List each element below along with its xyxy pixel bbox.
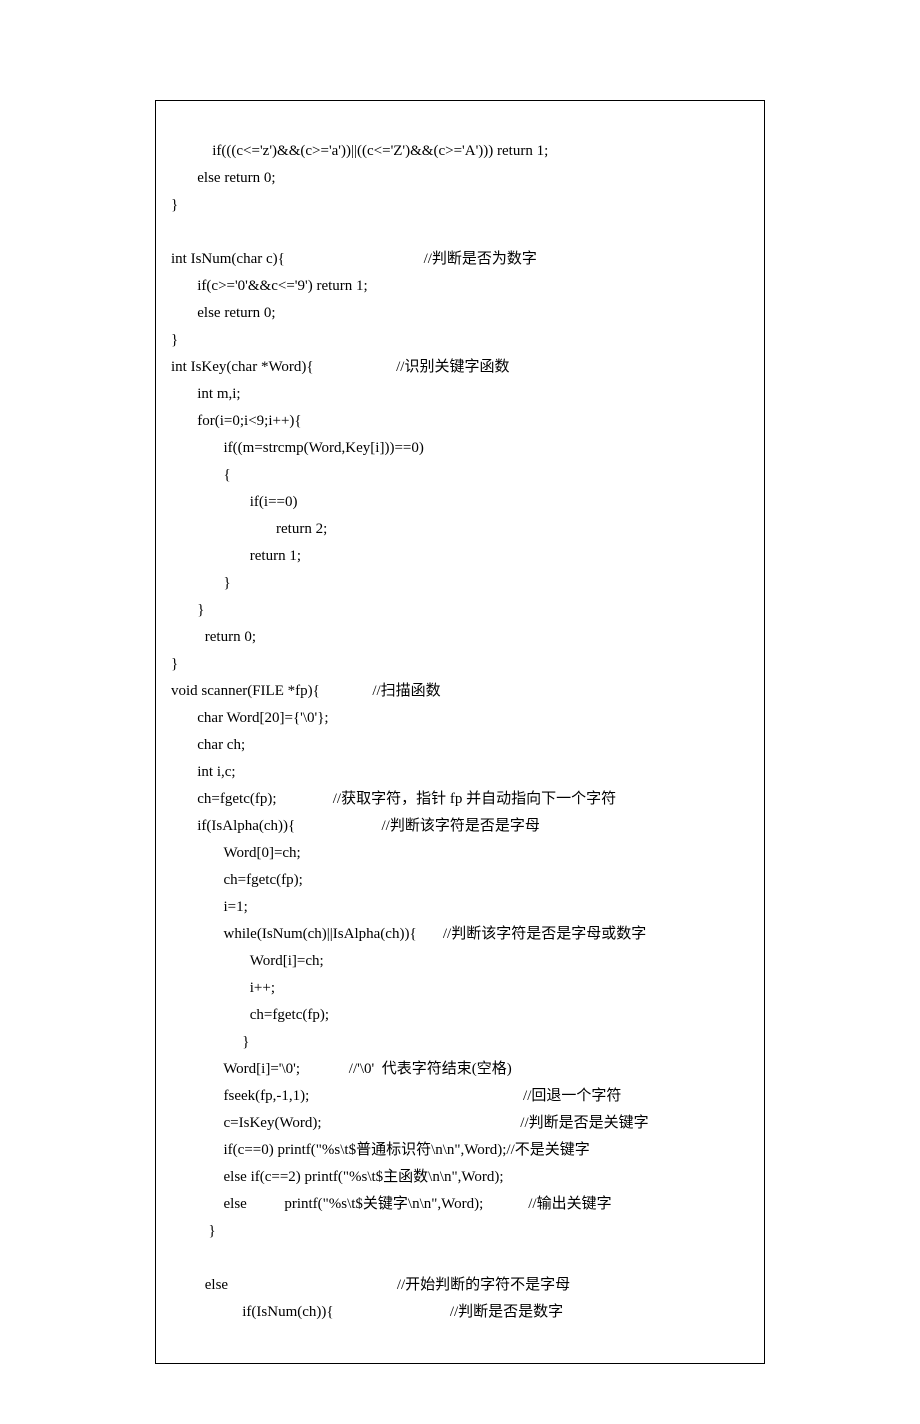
code-line: for(i=0;i<9;i++){: [171, 413, 302, 429]
code-line: else return 0;: [171, 170, 276, 186]
code-line: }: [171, 656, 178, 672]
code-line: void scanner(FILE *fp){ //扫描函数: [171, 683, 441, 699]
code-line: char Word[20]={'\0'};: [171, 710, 329, 726]
code-line: else if(c==2) printf("%s\t$主函数\n\n",Word…: [171, 1169, 503, 1185]
code-line: {: [171, 467, 231, 483]
code-line: ch=fgetc(fp); //获取字符，指针 fp 并自动指向下一个字符: [171, 791, 616, 807]
code-line: return 1;: [171, 548, 301, 564]
code-line: ch=fgetc(fp);: [171, 1007, 329, 1023]
code-line: return 2;: [171, 521, 327, 537]
code-line: int IsNum(char c){ //判断是否为数字: [171, 251, 537, 267]
code-line: while(IsNum(ch)||IsAlpha(ch)){ //判断该字符是否…: [171, 926, 646, 942]
code-line: i=1;: [171, 899, 248, 915]
code-line: c=IsKey(Word); //判断是否是关键字: [171, 1115, 649, 1131]
code-line: }: [171, 197, 178, 213]
code-line: i++;: [171, 980, 275, 996]
code-line: if(IsAlpha(ch)){ //判断该字符是否是字母: [171, 818, 540, 834]
code-line: int IsKey(char *Word){ //识别关键字函数: [171, 359, 509, 375]
code-line: int m,i;: [171, 386, 241, 402]
code-line: }: [171, 332, 178, 348]
code-line: int i,c;: [171, 764, 236, 780]
code-line: Word[i]='\0'; //'\0' 代表字符结束(空格): [171, 1061, 512, 1077]
code-line: else return 0;: [171, 305, 276, 321]
code-line: }: [171, 602, 204, 618]
code-line: return 0;: [171, 629, 256, 645]
code-listing-box: if(((c<='z')&&(c>='a'))||((c<='Z')&&(c>=…: [155, 100, 765, 1364]
code-line: else //开始判断的字符不是字母: [171, 1277, 570, 1293]
code-line: if(c==0) printf("%s\t$普通标识符\n\n",Word);/…: [171, 1142, 590, 1158]
code-line: else printf("%s\t$关键字\n\n",Word); //输出关键…: [171, 1196, 612, 1212]
code-line: Word[i]=ch;: [171, 953, 324, 969]
code-line: char ch;: [171, 737, 245, 753]
code-line: }: [171, 575, 231, 591]
code-line: }: [171, 1034, 249, 1050]
code-line: fseek(fp,-1,1); //回退一个字符: [171, 1088, 621, 1104]
code-line: if(IsNum(ch)){ //判断是否是数字: [171, 1304, 563, 1320]
code-line: }: [171, 1223, 216, 1239]
code-line: if(((c<='z')&&(c>='a'))||((c<='Z')&&(c>=…: [186, 143, 548, 159]
code-line: if(c>='0'&&c<='9') return 1;: [171, 278, 368, 294]
document-page: if(((c<='z')&&(c>='a'))||((c<='Z')&&(c>=…: [0, 0, 920, 1424]
code-line: Word[0]=ch;: [171, 845, 301, 861]
code-line: if(i==0): [171, 494, 298, 510]
code-line: ch=fgetc(fp);: [171, 872, 303, 888]
code-line: if((m=strcmp(Word,Key[i]))==0): [171, 440, 424, 456]
